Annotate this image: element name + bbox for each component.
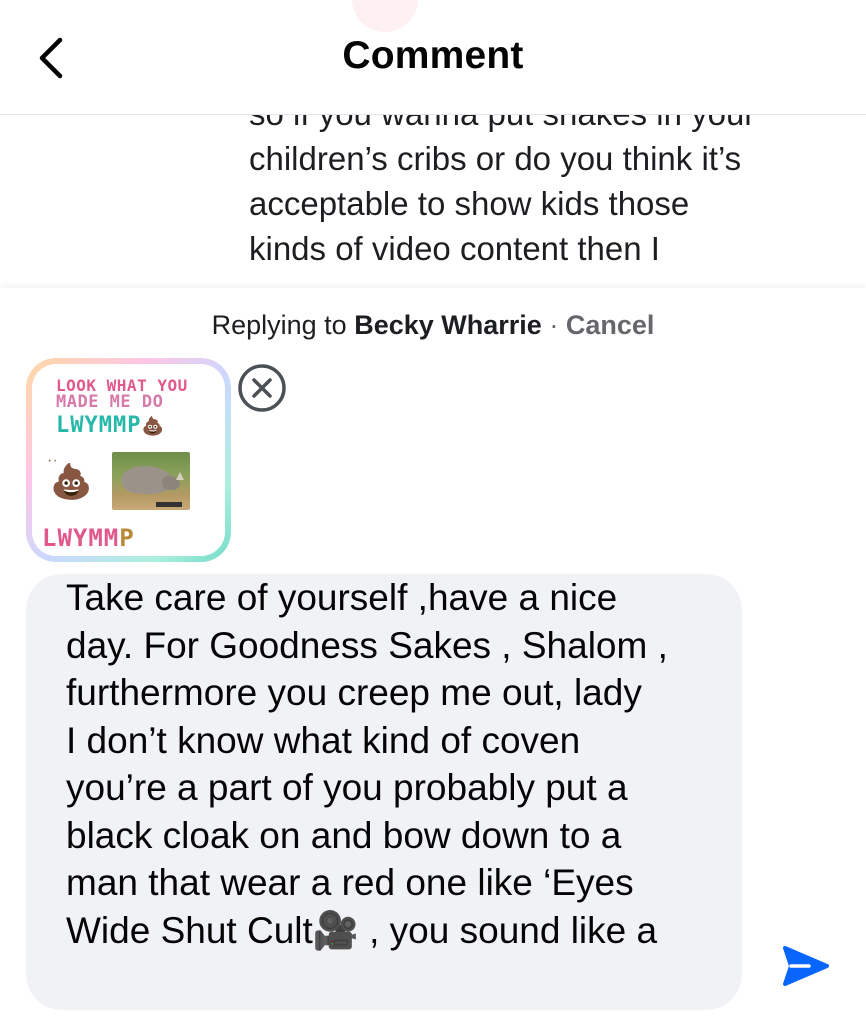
parent-comment-line: children’s cribs or do you think it’s [249,140,742,177]
attachment-text: LWYMM [42,524,120,552]
remove-attachment-button[interactable] [236,362,288,414]
attachment-text-line: MADE ME DO [56,392,164,412]
comment-input[interactable]: Take care of yourself ,have a nice day. … [26,574,742,1010]
parent-comment-text: so if you wanna put snakes in your child… [249,115,849,271]
comment-input-text[interactable]: Take care of yourself ,have a nice day. … [66,574,726,954]
parent-comment-line: acceptable to show kids those [249,185,690,222]
separator: · [549,310,559,340]
comment-input-line: day. For Goodness Sakes , Shalom , [66,624,668,666]
attachment-text-line: LWYMMP [42,524,135,552]
comment-input-line: black cloak on and bow down to a [66,814,622,856]
photo-caption-bar [156,502,182,507]
comment-input-line: Wide Shut Cult🎥 , you sound like a [66,909,658,951]
close-circle-icon [238,364,286,412]
replying-to-bar: Replying to Becky Wharrie · Cancel [0,310,866,341]
parent-comment-line: so if you wanna put snakes in your [249,115,849,136]
parent-comment: so if you wanna put snakes in your child… [0,115,866,287]
page-title: Comment [342,34,524,77]
send-button[interactable] [779,940,833,994]
send-icon [783,946,829,986]
attachment-text: LWYMMP [56,413,142,438]
poop-emoji-icon: 💩 [50,462,93,502]
gif-attachment-content: LOOK WHAT YOU MADE ME DO LWYMMP💩 ·‧ 💩 LW… [32,364,225,556]
cancel-reply-button[interactable]: Cancel [566,310,655,340]
replying-to-label: Replying to [211,310,347,340]
gif-attachment[interactable]: LOOK WHAT YOU MADE ME DO LWYMMP💩 ·‧ 💩 LW… [26,358,231,562]
reply-panel: Replying to Becky Wharrie · Cancel LOOK … [0,288,866,1023]
comment-input-line: you’re a part of you probably put a [66,767,628,808]
rhino-horn [176,472,184,480]
comment-input-line: Take care of yourself ,have a nice [66,577,618,618]
reply-target-name[interactable]: Becky Wharrie [354,310,542,340]
avatar [352,0,418,32]
rhino-photo [112,452,190,510]
comment-input-line: furthermore you creep me out, lady [66,672,642,713]
comment-input-line: man that wear a red one like ‘Eyes [66,862,634,903]
parent-comment-line: kinds of video content then I [249,230,660,267]
poop-emoji-icon: 💩 [141,416,165,437]
attachment-text-line: LWYMMP💩 [56,413,165,438]
header: Comment [0,0,866,115]
attachment-text: P [119,524,135,552]
comment-input-line: I don’t know what kind of coven [66,719,581,761]
